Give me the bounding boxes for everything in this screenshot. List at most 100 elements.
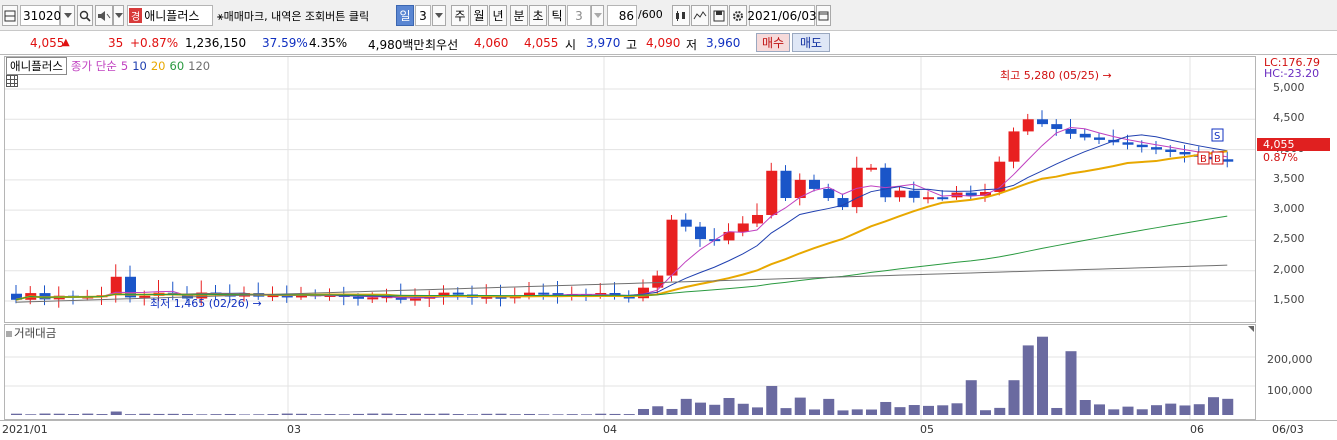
date-input[interactable]: 2021/06/03 bbox=[747, 5, 817, 26]
volume-bar bbox=[1136, 409, 1148, 415]
candle-body bbox=[666, 219, 678, 276]
volume-bar bbox=[780, 408, 792, 415]
volume-bar bbox=[296, 413, 307, 415]
chart-type-icon[interactable] bbox=[2, 5, 18, 26]
price-tick-label: 3,000 bbox=[1273, 202, 1305, 216]
indicator-icon[interactable] bbox=[691, 5, 709, 26]
calendar-icon[interactable] bbox=[816, 5, 831, 26]
volume-bar bbox=[737, 403, 749, 415]
buy-marker: B bbox=[1211, 151, 1224, 165]
volume-bar bbox=[452, 414, 464, 415]
stock-name-field[interactable]: 경 애니플러스 bbox=[127, 5, 213, 26]
period-count-input[interactable]: 3 bbox=[415, 5, 431, 26]
candle-body bbox=[367, 297, 379, 300]
x-label-jun: 06 bbox=[1190, 423, 1204, 436]
speaker-dropdown-button[interactable] bbox=[113, 5, 124, 26]
volume-bar bbox=[196, 414, 208, 415]
grid-icon[interactable] bbox=[6, 75, 18, 90]
candle-body bbox=[1122, 142, 1134, 145]
tab-monthly[interactable]: 월 bbox=[470, 5, 488, 26]
tick-dropdown-button[interactable] bbox=[591, 5, 604, 26]
volume-bar bbox=[353, 413, 364, 415]
period-dropdown-button[interactable] bbox=[432, 5, 446, 26]
candle-body bbox=[766, 170, 778, 215]
volume-bar bbox=[182, 414, 193, 415]
ma-label: 종가 단순 bbox=[70, 59, 117, 73]
volume-bar bbox=[467, 414, 478, 415]
volume-bar bbox=[1051, 407, 1063, 415]
volume-bar bbox=[1079, 400, 1091, 415]
price-series-name[interactable]: 애니플러스 bbox=[6, 57, 67, 75]
volume-bar bbox=[267, 414, 279, 415]
volume-bar bbox=[1065, 351, 1077, 415]
x-axis: 2021/01 03 04 05 06 06/03 bbox=[0, 420, 1337, 440]
volume-bar bbox=[11, 413, 22, 415]
candle-body bbox=[1222, 159, 1234, 162]
candle-body bbox=[923, 197, 934, 200]
candle-body bbox=[1179, 151, 1191, 155]
volume-bar bbox=[709, 404, 721, 415]
candle-body bbox=[880, 167, 892, 198]
volume-bar bbox=[381, 413, 393, 415]
gear-icon[interactable] bbox=[729, 5, 747, 26]
candle-body bbox=[1094, 137, 1105, 140]
volume-bar bbox=[1165, 403, 1177, 415]
volume-bar bbox=[1094, 404, 1105, 415]
buy-button[interactable]: 매수 bbox=[756, 33, 790, 52]
volume-bar bbox=[1208, 397, 1219, 415]
tab-yearly[interactable]: 년 bbox=[489, 5, 507, 26]
sell-marker-label: S bbox=[1214, 131, 1220, 142]
ma10-line bbox=[15, 134, 1228, 301]
volume-bar bbox=[1037, 336, 1048, 415]
volume-bar bbox=[538, 414, 550, 415]
price-tick-label: 1,500 bbox=[1273, 293, 1305, 306]
stock-code-input[interactable]: 310200 bbox=[20, 5, 69, 26]
tab-daily[interactable]: 일 bbox=[396, 5, 414, 26]
volume-bar bbox=[994, 407, 1006, 415]
volume-bar bbox=[239, 414, 250, 415]
volume-bar bbox=[752, 407, 763, 415]
volume-bar bbox=[438, 413, 450, 415]
price-chart-canvas: S B B bbox=[5, 57, 1255, 322]
volume-bar bbox=[1008, 380, 1020, 415]
data-count-input[interactable]: 86 bbox=[607, 5, 637, 26]
tab-second[interactable]: 초 bbox=[529, 5, 547, 26]
ma20-line bbox=[15, 150, 1228, 301]
buy-marker: B bbox=[1197, 151, 1210, 165]
volume-bar bbox=[1222, 398, 1234, 415]
volume-bar bbox=[367, 413, 379, 415]
search-icon[interactable] bbox=[77, 5, 93, 26]
volume-bar bbox=[153, 413, 165, 415]
volume-bar bbox=[1193, 404, 1205, 415]
speaker-icon[interactable] bbox=[95, 5, 113, 26]
volume-bar bbox=[495, 413, 507, 415]
volume-chart-pane[interactable]: 거래대금 bbox=[4, 324, 1256, 420]
pane-collapse-icon[interactable] bbox=[1248, 326, 1254, 332]
price-tick-label: 5,000 bbox=[1273, 81, 1305, 94]
tick-count-input[interactable]: 3 bbox=[567, 5, 591, 26]
price-legend: 애니플러스 종가 단순 5 10 20 60 120 bbox=[6, 57, 210, 75]
candle-settings-icon[interactable] bbox=[672, 5, 690, 26]
volume-bar bbox=[866, 409, 877, 415]
save-icon[interactable] bbox=[710, 5, 728, 26]
tab-minute[interactable]: 분 bbox=[510, 5, 528, 26]
volume-bar bbox=[481, 413, 493, 415]
current-price: 4,055 bbox=[30, 36, 65, 50]
candle-body bbox=[737, 223, 749, 232]
price-change-pct: +0.87% bbox=[130, 36, 179, 50]
volume-bar bbox=[53, 413, 65, 415]
trade-mark-hint: ⚹매매마크, 내역은 조회버튼 클릭 bbox=[217, 10, 370, 23]
volume-bar bbox=[851, 409, 863, 415]
volume-bar bbox=[281, 413, 293, 415]
volume-bar bbox=[110, 411, 122, 415]
volume-bar bbox=[980, 410, 991, 415]
price-chart-pane[interactable]: S BB bbox=[4, 56, 1256, 323]
candle-body bbox=[1079, 133, 1091, 138]
code-dropdown-button[interactable] bbox=[60, 5, 75, 26]
sell-button[interactable]: 매도 bbox=[792, 33, 830, 52]
candle-body bbox=[1037, 119, 1048, 125]
tab-weekly[interactable]: 주 bbox=[451, 5, 469, 26]
volume-y-axis: 200,000 100,000 bbox=[1257, 324, 1333, 420]
candle-body bbox=[752, 214, 763, 224]
tab-tick[interactable]: 틱 bbox=[548, 5, 566, 26]
